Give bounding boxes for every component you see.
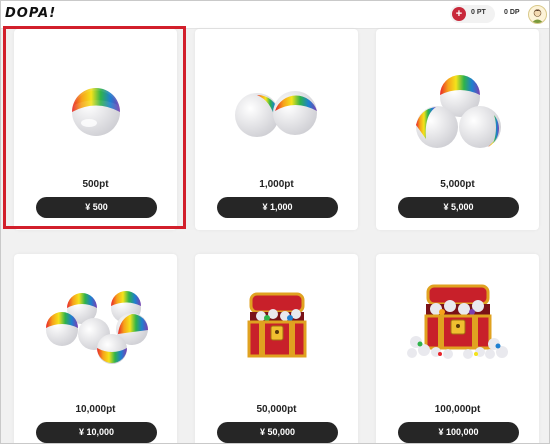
package-amount: 100,000pt (434, 404, 481, 415)
package-amount: 5,000pt (440, 179, 475, 190)
package-card-5000[interactable]: 5,000pt ¥ 5,000 (376, 29, 539, 230)
price-button-10000[interactable]: ¥ 10,000 (36, 422, 157, 443)
treasure-chest-icon (195, 254, 358, 404)
user-avatar-icon (531, 9, 544, 23)
dopa-logo[interactable]: DOPA! (5, 6, 56, 21)
price-button-100000[interactable]: ¥ 100,000 (398, 422, 519, 443)
package-card-100000[interactable]: 100,000pt ¥ 100,000 (376, 254, 539, 443)
price-button-1000[interactable]: ¥ 1,000 (217, 197, 338, 218)
single-rainbow-ball-icon (14, 29, 177, 179)
package-card-50000[interactable]: 50,000pt ¥ 50,000 (195, 254, 358, 443)
package-amount: 50,000pt (256, 404, 297, 415)
plus-icon[interactable]: + (452, 7, 466, 21)
app-window: DOPA! + 0 PT 0 DP 500pt ¥ 500 1,000pt ¥ … (0, 0, 550, 444)
two-rainbow-balls-icon (195, 29, 358, 179)
price-button-500[interactable]: ¥ 500 (36, 197, 157, 218)
pile-of-rainbow-balls-icon (14, 254, 177, 404)
package-amount: 1,000pt (259, 179, 294, 190)
points-balance[interactable]: + 0 PT (450, 5, 495, 23)
package-card-500[interactable]: 500pt ¥ 500 (14, 29, 177, 230)
package-amount: 500pt (82, 179, 109, 190)
three-rainbow-balls-icon (376, 29, 539, 179)
package-card-1000[interactable]: 1,000pt ¥ 1,000 (195, 29, 358, 230)
price-button-50000[interactable]: ¥ 50,000 (217, 422, 338, 443)
dp-balance: 0 DP (504, 9, 520, 16)
large-treasure-chest-icon (376, 254, 539, 404)
points-value: 0 PT (471, 9, 486, 16)
top-bar: DOPA! + 0 PT 0 DP (1, 1, 549, 29)
price-button-5000[interactable]: ¥ 5,000 (398, 197, 519, 218)
package-amount: 10,000pt (75, 404, 116, 415)
avatar[interactable] (528, 5, 547, 24)
package-card-10000[interactable]: 10,000pt ¥ 10,000 (14, 254, 177, 443)
